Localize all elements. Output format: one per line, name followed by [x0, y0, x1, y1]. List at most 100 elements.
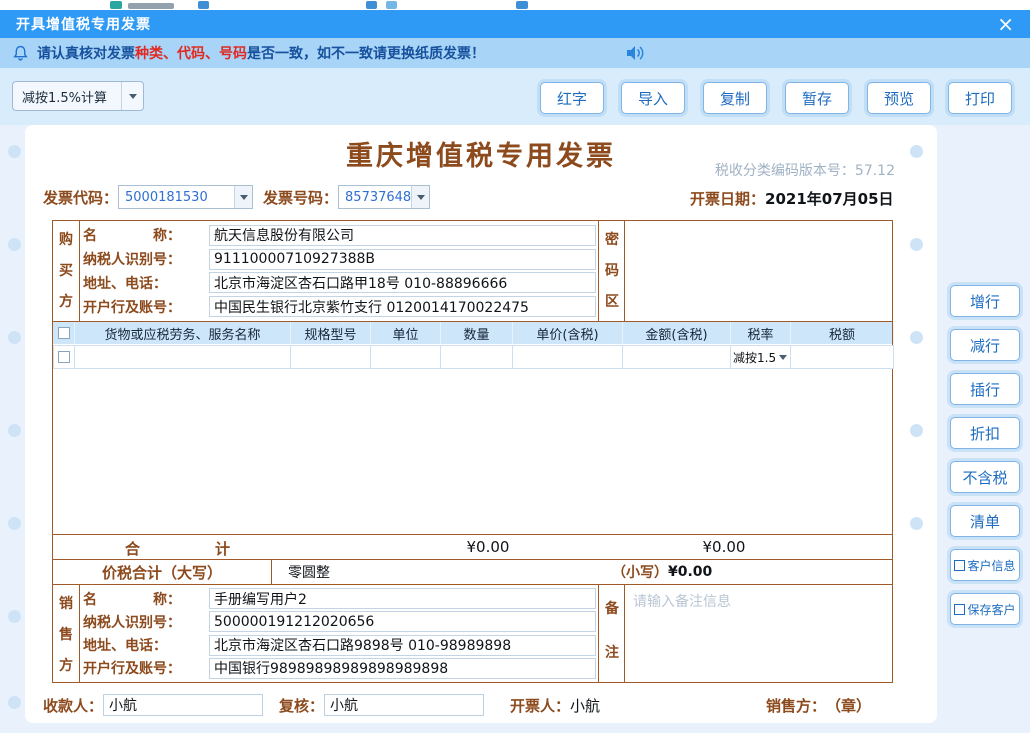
seller-taxid-input[interactable]: [209, 611, 596, 632]
payee-label: 收款人：: [43, 695, 103, 716]
total-amount-value: ¥0.00: [689, 538, 759, 556]
tax-rate-value: 减按1.5: [731, 349, 776, 366]
copy-button[interactable]: 复制: [703, 82, 767, 114]
checkbox-icon[interactable]: [954, 560, 965, 571]
invoice-code-row: 发票代码： 5000181530 发票号码： 85737648: [43, 184, 430, 210]
buyer-side-label: 购买方: [53, 221, 80, 321]
toolbar: 减按1.5%计算 红字 导入 复制 暂存 预览 打印: [0, 68, 1030, 125]
buyer-bank-label: 开户行及账号：: [83, 297, 209, 317]
deco-dot: [8, 331, 21, 344]
buyer-taxid-input[interactable]: [209, 249, 596, 270]
seller-address-row: 地址、电话：: [83, 634, 596, 657]
reviewer-input[interactable]: [324, 694, 484, 716]
seller-fields: 名 称： 纳税人识别号： 地址、电话： 开户行及账号：: [80, 585, 598, 682]
invoice-date: 开票日期：2021年07月05日: [690, 188, 894, 209]
item-row-checkbox[interactable]: [58, 351, 70, 363]
col-header-unit-price: 单价(含税): [513, 322, 623, 344]
col-header-quantity: 数量: [441, 322, 513, 344]
buyer-bank-row: 开户行及账号：: [83, 295, 596, 318]
remark-area: [625, 585, 892, 682]
tax-exclusive-button[interactable]: 不含税: [950, 461, 1020, 493]
insert-row-button[interactable]: 插行: [950, 373, 1020, 405]
print-button[interactable]: 打印: [948, 82, 1012, 114]
item-unit-cell[interactable]: [371, 345, 441, 369]
item-name-cell[interactable]: [75, 345, 291, 369]
col-header-spec: 规格型号: [291, 322, 371, 344]
import-button[interactable]: 导入: [621, 82, 685, 114]
remove-row-button[interactable]: 减行: [950, 329, 1020, 361]
buyer-section: 购买方 名 称： 纳税人识别号： 地址、电话： 开户行及账号：: [53, 221, 892, 321]
col-header-unit: 单位: [371, 322, 441, 344]
item-unit-price-cell[interactable]: [513, 345, 623, 369]
item-tax-rate-cell: 减按1.5: [731, 345, 791, 369]
items-header-row: 货物或应税劳务、服务名称 规格型号 单位 数量 单价(含税) 金额(含税) 税率…: [53, 322, 892, 344]
buyer-bank-input[interactable]: [209, 296, 596, 317]
checkbox-icon[interactable]: [954, 604, 965, 615]
item-tax-amount-cell[interactable]: [791, 345, 894, 369]
discount-button[interactable]: 折扣: [950, 417, 1020, 449]
temp-save-button[interactable]: 暂存: [785, 82, 849, 114]
customer-info-button[interactable]: 客户信息: [950, 549, 1020, 581]
buyer-address-row: 地址、电话：: [83, 271, 596, 294]
calc-mode-select[interactable]: 减按1.5%计算: [12, 81, 144, 111]
deco-dot: [910, 238, 923, 251]
invoice-number-label: 发票号码：: [263, 187, 338, 208]
add-row-button[interactable]: 增行: [950, 285, 1020, 317]
item-quantity-cell[interactable]: [441, 345, 513, 369]
deco-dot: [8, 238, 21, 251]
remark-label: 备注: [598, 585, 625, 682]
preview-button[interactable]: 预览: [867, 82, 931, 114]
col-header-name: 货物或应税劳务、服务名称: [75, 322, 291, 344]
invoice-number-select[interactable]: 85737648: [338, 185, 430, 209]
save-customer-button[interactable]: 保存客户: [950, 593, 1020, 625]
buyer-name-input[interactable]: [209, 225, 596, 246]
speaker-icon[interactable]: [625, 44, 645, 66]
seller-taxid-label: 纳税人识别号：: [83, 612, 209, 632]
customer-info-label: 客户信息: [967, 557, 1015, 574]
close-icon[interactable]: ×: [997, 14, 1014, 34]
list-button[interactable]: 清单: [950, 505, 1020, 537]
buyer-address-label: 地址、电话：: [83, 273, 209, 293]
summary-value-area: 零圆整 （小写）¥0.00: [271, 560, 892, 584]
item-amount-cell[interactable]: [623, 345, 731, 369]
deco-dot: [910, 145, 923, 158]
seller-bank-label: 开户行及账号：: [83, 658, 209, 678]
deco-dot: [8, 696, 21, 709]
item-spec-cell[interactable]: [291, 345, 371, 369]
red-letter-button[interactable]: 红字: [540, 82, 604, 114]
payee-input[interactable]: [103, 694, 263, 716]
tax-rate-select[interactable]: 减按1.5: [731, 346, 790, 368]
invoice-table: 购买方 名 称： 纳税人识别号： 地址、电话： 开户行及账号：: [52, 220, 893, 683]
seller-name-input[interactable]: [209, 588, 596, 609]
seller-stamp: 销售方： （章）: [766, 695, 871, 716]
alert-text-prefix: 请认真核对发票: [37, 46, 135, 62]
seller-name-row: 名 称：: [83, 587, 596, 610]
items-section: 货物或应税劳务、服务名称 规格型号 单位 数量 单价(含税) 金额(含税) 税率…: [53, 321, 892, 559]
amount-small-group: （小写）¥0.00: [612, 562, 712, 582]
total-unit-price-value: ¥0.00: [453, 538, 523, 556]
seller-name-label: 名 称：: [83, 589, 209, 609]
invoice-title: 重庆增值税专用发票: [256, 134, 706, 173]
deco-dot: [910, 517, 923, 530]
chevron-down-icon: [776, 355, 790, 360]
alert-text-suffix: 是否一致，如不一致请更换纸质发票！: [247, 46, 485, 62]
drawer-value: 小航: [570, 695, 600, 716]
alert-text-highlight: 种类、代码、号码: [135, 46, 247, 62]
seller-address-input[interactable]: [209, 635, 596, 656]
seller-address-label: 地址、电话：: [83, 635, 209, 655]
window-title: 开具增值税专用发票: [16, 14, 151, 34]
save-customer-label: 保存客户: [967, 601, 1015, 618]
invoice-number-value: 85737648: [339, 190, 411, 205]
chevron-down-icon: [411, 186, 429, 208]
buyer-address-input[interactable]: [209, 272, 596, 293]
items-total-row: 合 计 ¥0.00 ¥0.00: [53, 534, 892, 559]
item-row: 减按1.5: [53, 344, 892, 369]
invoice-code-select[interactable]: 5000181530: [118, 185, 253, 209]
select-all-checkbox[interactable]: [58, 327, 70, 339]
seller-bank-input[interactable]: [209, 658, 596, 679]
deco-dot: [8, 145, 21, 158]
deco-dot: [910, 331, 923, 344]
summary-label: 价税合计（大写）: [53, 560, 271, 584]
remark-input[interactable]: [625, 585, 892, 682]
invoice-code-label: 发票代码：: [43, 187, 118, 208]
